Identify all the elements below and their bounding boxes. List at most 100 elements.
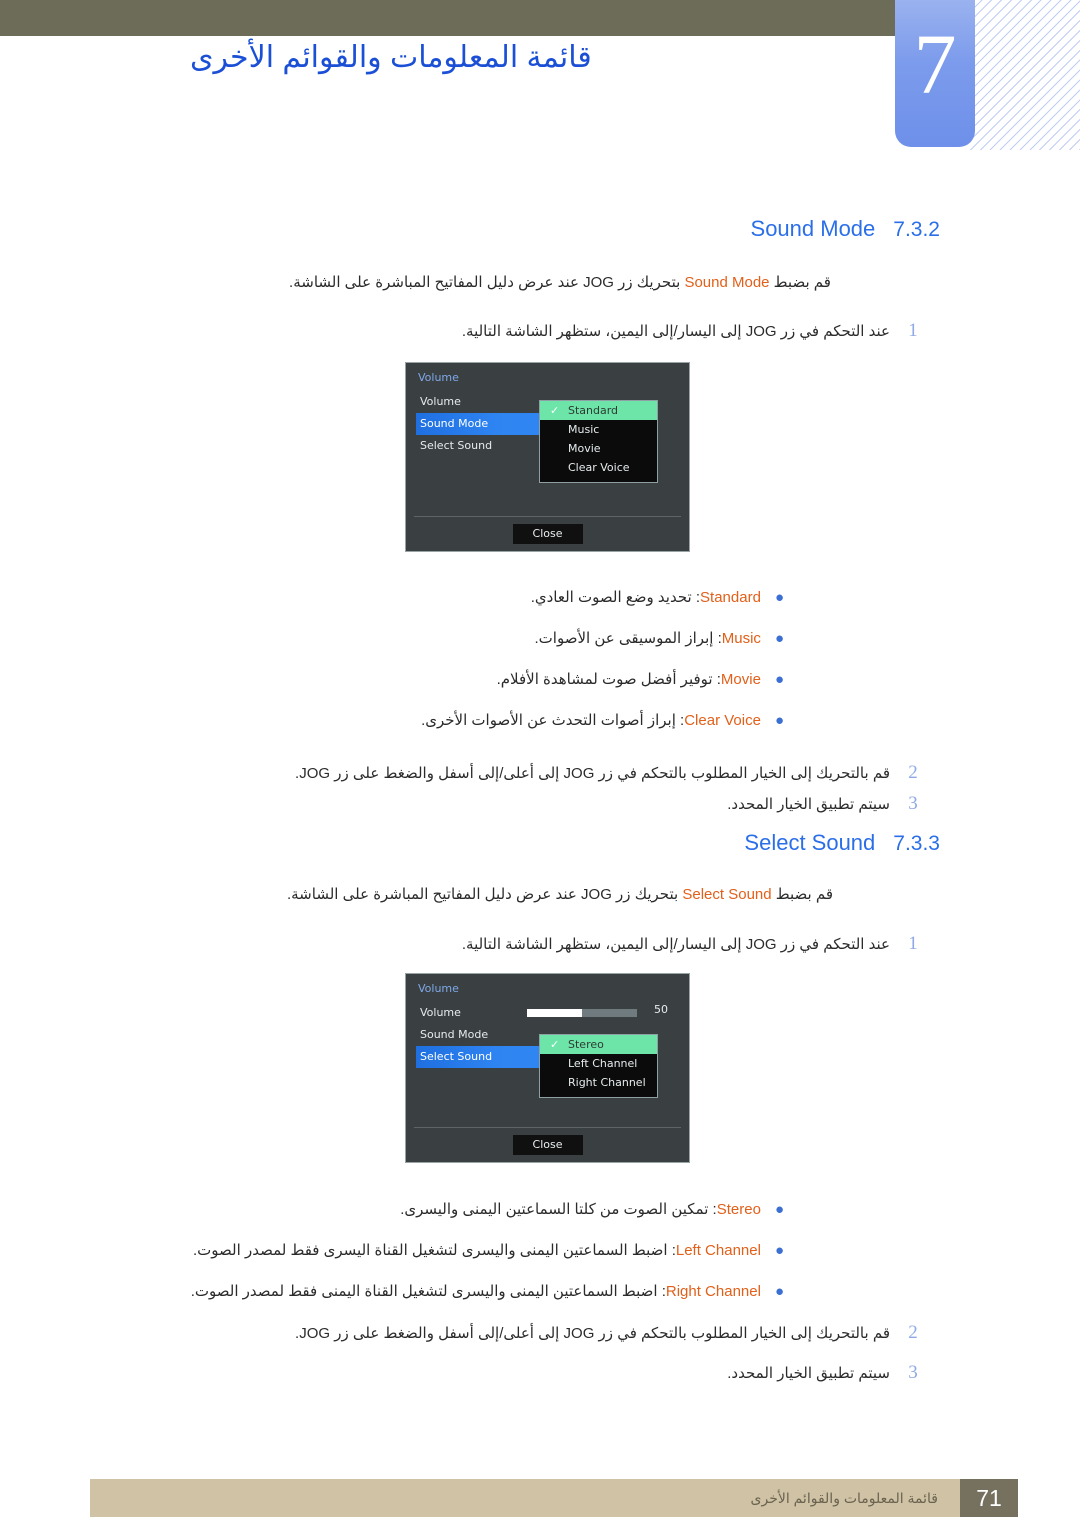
step-number: 1 <box>908 933 918 954</box>
bullet-item-clear-voice: ● Clear Voice: إبراز أصوات التحدث عن الأ… <box>421 710 784 732</box>
osd-menu-item-sound-mode[interactable]: Sound Mode <box>416 413 541 435</box>
chapter-number: 7 <box>913 16 957 112</box>
footer-chapter-title: قائمة المعلومات والقوائم الأخرى <box>750 1490 938 1506</box>
intro-prefix: قم بضبط <box>771 886 834 903</box>
osd-close-button[interactable]: Close <box>512 1135 583 1155</box>
section-number: 7.3.3 <box>893 832 940 855</box>
bullet-text: Music: إبراز الموسيقى عن الأصوات. <box>535 628 761 650</box>
page-title: قائمة المعلومات والقوائم الأخرى <box>190 41 592 74</box>
bullet-item-movie: ● Movie: توفير أفضل صوت لمشاهدة الأفلام. <box>497 669 784 691</box>
section-label: Sound Mode <box>750 216 876 241</box>
bullet-term: Left Channel <box>675 1242 761 1259</box>
volume-slider-fill <box>527 1009 582 1017</box>
header-bar <box>0 0 900 36</box>
bullet-dot-icon: ● <box>774 1201 784 1218</box>
bullet-desc: : إبراز الموسيقى عن الأصوات. <box>534 630 722 647</box>
section-intro-select-sound: قم بضبط Select Sound بتحريك زر JOG عند ع… <box>160 884 960 906</box>
step-text: قم بالتحريك إلى الخيار المطلوب بالتحكم ف… <box>295 765 890 782</box>
osd-screenshot-sound-mode: Volume Volume Sound Mode Select Sound St… <box>405 362 690 552</box>
bullet-item-standard: ● Standard: تحديد وضع الصوت العادي. <box>531 587 784 609</box>
step-text: سيتم تطبيق الخيار المحدد. <box>727 796 890 813</box>
osd-submenu-item-music[interactable]: Music <box>540 420 657 439</box>
intro-suffix: بتحريك زر JOG عند عرض دليل المفاتيح المب… <box>286 886 683 903</box>
bullet-item-left-channel: ● Left Channel: اضبط السماعتين اليمنى وا… <box>193 1240 784 1262</box>
osd-divider <box>414 516 681 517</box>
step-1-select-sound: 1 عند التحكم في زر JOG إلى اليسار/إلى ال… <box>462 933 920 956</box>
footer-page-number: 71 <box>960 1479 1018 1517</box>
bullet-desc: : اضبط السماعتين اليمنى واليسرى لتشغيل ا… <box>193 1242 676 1259</box>
step-2-sound-mode: 2 قم بالتحريك إلى الخيار المطلوب بالتحكم… <box>295 762 920 785</box>
bullet-term: Music <box>721 630 761 647</box>
osd-menu-item-select-sound[interactable]: Select Sound <box>416 1046 541 1068</box>
bullet-text: Clear Voice: إبراز أصوات التحدث عن الأصو… <box>421 710 761 732</box>
osd-close-button[interactable]: Close <box>512 524 583 544</box>
decorative-hatch-pattern <box>968 0 1080 150</box>
bullet-dot-icon: ● <box>774 1242 784 1259</box>
step-3-sound-mode: 3 سيتم تطبيق الخيار المحدد. <box>727 793 920 816</box>
bullet-dot-icon: ● <box>774 1283 784 1300</box>
osd-screenshot-select-sound: Volume Volume Sound Mode Select Sound 50… <box>405 973 690 1163</box>
bullet-term: Right Channel <box>665 1283 761 1300</box>
step-number: 3 <box>908 793 918 814</box>
bullet-term: Clear Voice <box>684 712 761 729</box>
bullet-item-music: ● Music: إبراز الموسيقى عن الأصوات. <box>535 628 784 650</box>
step-number: 2 <box>908 1322 918 1343</box>
step-text: عند التحكم في زر JOG إلى اليسار/إلى اليم… <box>461 936 890 953</box>
volume-slider[interactable] <box>527 1009 637 1017</box>
osd-submenu-item-right-channel[interactable]: Right Channel <box>540 1073 657 1092</box>
bullet-item-right-channel: ● Right Channel: اضبط السماعتين اليمنى و… <box>191 1281 784 1303</box>
osd-menu-item-sound-mode[interactable]: Sound Mode <box>416 1024 541 1046</box>
osd-divider <box>414 1127 681 1128</box>
step-number: 3 <box>908 1362 918 1383</box>
bullet-dot-icon: ● <box>774 589 784 606</box>
bullet-term: Stereo <box>716 1201 761 1218</box>
osd-menu-item-select-sound[interactable]: Select Sound <box>416 435 541 457</box>
osd-submenu-item-standard[interactable]: Standard <box>540 401 657 420</box>
step-3-select-sound: 3 سيتم تطبيق الخيار المحدد. <box>727 1362 920 1385</box>
bullet-desc: : تحديد وضع الصوت العادي. <box>530 589 701 606</box>
volume-value: 50 <box>654 1003 668 1016</box>
step-text: قم بالتحريك إلى الخيار المطلوب بالتحكم ف… <box>295 1325 890 1342</box>
bullet-desc: : تمكين الصوت من كلتا السماعتين اليمنى و… <box>400 1201 717 1218</box>
intro-prefix: قم بضبط <box>769 274 831 291</box>
step-text: سيتم تطبيق الخيار المحدد. <box>727 1365 890 1382</box>
step-number: 2 <box>908 762 918 783</box>
section-number: 7.3.2 <box>893 218 940 241</box>
osd-submenu-sound-mode: Standard Music Movie Clear Voice <box>539 400 658 483</box>
osd-menu-item-volume[interactable]: Volume <box>416 391 541 413</box>
step-2-select-sound: 2 قم بالتحريك إلى الخيار المطلوب بالتحكم… <box>295 1322 920 1345</box>
osd-submenu-item-clear-voice[interactable]: Clear Voice <box>540 458 657 477</box>
osd-submenu-select-sound: Stereo Left Channel Right Channel <box>539 1034 658 1098</box>
osd-menu-list: Volume Sound Mode Select Sound <box>416 1002 541 1068</box>
osd-title: Volume <box>418 371 459 384</box>
bullet-term: Movie <box>720 671 761 688</box>
intro-suffix: بتحريك زر JOG عند عرض دليل المفاتيح المب… <box>289 274 685 291</box>
bullet-desc: : إبراز أصوات التحدث عن الأصوات الأخرى. <box>421 712 685 729</box>
bullet-term: Standard <box>700 589 761 606</box>
bullet-text: Stereo: تمكين الصوت من كلتا السماعتين ال… <box>400 1199 761 1221</box>
bullet-item-stereo: ● Stereo: تمكين الصوت من كلتا السماعتين … <box>400 1199 784 1221</box>
bullet-text: Left Channel: اضبط السماعتين اليمنى والي… <box>193 1240 761 1262</box>
step-1-sound-mode: 1 عند التحكم في زر JOG إلى اليسار/إلى ال… <box>462 320 920 343</box>
section-intro-sound-mode: قم بضبط Sound Mode بتحريك زر JOG عند عرض… <box>160 272 960 294</box>
osd-submenu-item-left-channel[interactable]: Left Channel <box>540 1054 657 1073</box>
bullet-text: Right Channel: اضبط السماعتين اليمنى وال… <box>191 1281 761 1303</box>
osd-menu-item-volume[interactable]: Volume <box>416 1002 541 1024</box>
bullet-desc: : اضبط السماعتين اليمنى واليسرى لتشغيل ا… <box>190 1283 666 1300</box>
intro-term: Select Sound <box>682 886 772 903</box>
intro-term: Sound Mode <box>684 274 770 291</box>
osd-menu-list: Volume Sound Mode Select Sound <box>416 391 541 457</box>
bullet-dot-icon: ● <box>774 712 784 729</box>
bullet-desc: : توفير أفضل صوت لمشاهدة الأفلام. <box>496 671 721 688</box>
bullet-dot-icon: ● <box>774 630 784 647</box>
section-heading-sound-mode: 7.3.2 Sound Mode <box>520 216 940 242</box>
section-heading-select-sound: 7.3.3 Select Sound <box>520 830 940 856</box>
osd-title: Volume <box>418 982 459 995</box>
bullet-dot-icon: ● <box>774 671 784 688</box>
bullet-text: Standard: تحديد وضع الصوت العادي. <box>531 587 761 609</box>
step-number: 1 <box>908 320 918 341</box>
bullet-text: Movie: توفير أفضل صوت لمشاهدة الأفلام. <box>497 669 761 691</box>
osd-submenu-item-movie[interactable]: Movie <box>540 439 657 458</box>
osd-submenu-item-stereo[interactable]: Stereo <box>540 1035 657 1054</box>
step-text: عند التحكم في زر JOG إلى اليسار/إلى اليم… <box>461 323 890 340</box>
